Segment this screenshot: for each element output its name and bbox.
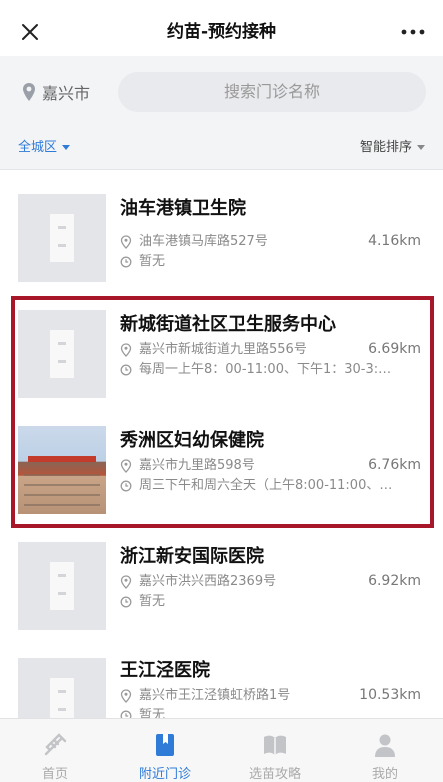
clinic-image-placeholder [18, 542, 106, 630]
clinic-photo [18, 426, 106, 514]
clinic-image-placeholder [18, 194, 106, 282]
page-title: 约苗-预约接种 [166, 22, 277, 42]
clinic-hours-row: 暂无 [120, 253, 425, 271]
clinic-distance: 10.53km [359, 687, 421, 703]
clinic-address: 嘉兴市新城街道九里路556号 [139, 342, 307, 357]
location-pin-icon [120, 575, 132, 589]
clinic-address: 嘉兴市王江泾镇虹桥路1号 [139, 688, 291, 703]
clock-icon [120, 364, 132, 376]
document-icon [50, 562, 74, 610]
clock-icon [120, 710, 132, 718]
search-input[interactable]: 搜索门诊名称 [118, 72, 426, 112]
clinic-hours: 暂无 [139, 254, 166, 269]
bottom-tab-bar: 首页 附近门诊 选苗攻略 我的 [0, 718, 443, 782]
clinic-name: 秀洲区妇幼保健院 [120, 430, 264, 451]
clinic-image-placeholder [18, 658, 106, 718]
person-icon [375, 734, 395, 757]
bookmark-icon [156, 734, 174, 756]
clock-icon [120, 596, 132, 608]
tab-profile-label: 我的 [371, 767, 398, 782]
document-icon [50, 330, 74, 378]
more-dots-icon [401, 29, 425, 35]
clinic-hours: 周三下午和周六全天（上午8:00-11:00、… [139, 478, 393, 493]
document-icon [50, 214, 74, 262]
clinic-hours: 暂无 [139, 594, 166, 609]
region-filter[interactable]: 全城区 [18, 136, 71, 155]
tab-profile[interactable]: 我的 [330, 719, 440, 782]
tab-home[interactable]: 首页 [0, 719, 110, 782]
clinic-address: 嘉兴市九里路598号 [139, 458, 255, 473]
tab-home-label: 首页 [41, 767, 68, 782]
tab-nearby-clinics[interactable]: 附近门诊 [110, 719, 220, 782]
clinic-distance: 6.69km [368, 341, 421, 357]
tab-vaccine-guide[interactable]: 选苗攻略 [220, 719, 330, 782]
search-row: 嘉兴市 搜索门诊名称 [0, 56, 443, 126]
clinic-hours-row: 暂无 [120, 593, 425, 611]
clinic-hours-row: 暂无 [120, 707, 425, 718]
region-filter-label: 全城区 [18, 140, 58, 155]
clinic-address: 油车港镇马库路527号 [139, 234, 268, 249]
caret-down-icon [417, 145, 425, 150]
clinic-item[interactable]: 油车港镇卫生院 油车港镇马库路527号 4.16km 暂无 [0, 180, 443, 296]
clinic-item[interactable]: 王江泾医院 嘉兴市王江泾镇虹桥路1号 10.53km 暂无 [0, 644, 443, 718]
location-pin-icon [120, 459, 132, 473]
location-pin-icon [120, 343, 132, 357]
location-pin-icon [23, 83, 35, 101]
clinic-distance: 4.16km [368, 233, 421, 249]
city-selector[interactable]: 嘉兴市 [22, 80, 90, 104]
clinic-name: 新城街道社区卫生服务中心 [120, 314, 336, 335]
document-icon [50, 678, 74, 718]
location-pin-icon [120, 235, 132, 249]
clinic-image-placeholder [18, 310, 106, 398]
clinic-name: 王江泾医院 [120, 660, 210, 681]
status-bar [0, 0, 443, 8]
more-button[interactable] [395, 16, 431, 48]
clinic-distance: 6.76km [368, 457, 421, 473]
city-label: 嘉兴市 [42, 84, 91, 103]
caret-down-icon [62, 145, 71, 150]
top-bar: 约苗-预约接种 [0, 8, 443, 56]
clock-icon [120, 480, 132, 492]
filter-row: 全城区 智能排序 [0, 126, 443, 170]
clinic-hours: 暂无 [139, 708, 166, 718]
clinic-list: 油车港镇卫生院 油车港镇马库路527号 4.16km 暂无 新城街道社区卫生服务… [0, 170, 443, 718]
clinic-hours-row: 周三下午和周六全天（上午8:00-11:00、… [120, 477, 425, 495]
clinic-item[interactable]: 秀洲区妇幼保健院 嘉兴市九里路598号 6.76km 周三下午和周六全天（上午8… [0, 412, 443, 528]
syringe-icon [44, 733, 67, 756]
tab-nearby-clinics-label: 附近门诊 [138, 767, 191, 782]
book-icon [264, 735, 286, 755]
clock-icon [120, 256, 132, 268]
clinic-name: 浙江新安国际医院 [120, 546, 264, 567]
sort-filter-label: 智能排序 [359, 140, 412, 155]
clinic-item[interactable]: 浙江新安国际医院 嘉兴市洪兴西路2369号 6.92km 暂无 [0, 528, 443, 644]
clinic-name: 油车港镇卫生院 [120, 198, 246, 219]
clinic-item[interactable]: 新城街道社区卫生服务中心 嘉兴市新城街道九里路556号 6.69km 每周一上午… [0, 296, 443, 412]
clinic-address: 嘉兴市洪兴西路2369号 [139, 574, 277, 589]
sort-filter[interactable]: 智能排序 [360, 136, 425, 155]
location-pin-icon [120, 689, 132, 703]
clinic-distance: 6.92km [368, 573, 421, 589]
clinic-hours: 每周一上午8：00-11:00、下午1：30-3:… [139, 362, 392, 377]
clinic-hours-row: 每周一上午8：00-11:00、下午1：30-3:… [120, 361, 425, 379]
tab-vaccine-guide-label: 选苗攻略 [248, 767, 301, 782]
